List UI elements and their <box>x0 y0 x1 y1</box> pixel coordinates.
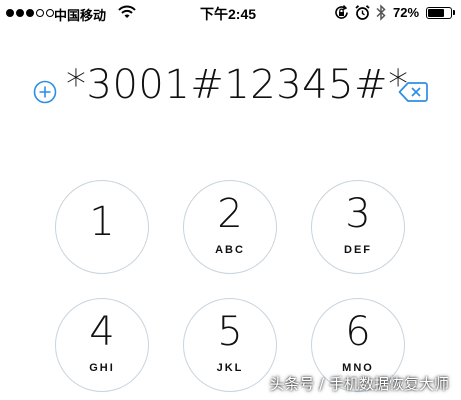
delete-icon[interactable] <box>398 81 428 103</box>
key-digit: 6 <box>345 309 371 355</box>
signal-strength-indicator <box>6 9 54 17</box>
signal-dot <box>16 9 24 17</box>
bluetooth-icon <box>375 4 387 26</box>
keypad-key-1[interactable]: 1 <box>55 180 149 274</box>
key-digit: 5 <box>217 309 243 355</box>
key-digit: 1 <box>89 199 115 245</box>
signal-dot <box>46 9 54 17</box>
key-letters: JKL <box>216 362 244 374</box>
watermark-text: 头条号 / 手机数据恢复大师 <box>269 375 449 393</box>
keypad-key-2[interactable]: 2 ABC <box>183 180 277 274</box>
key-letters: GHI <box>89 362 115 374</box>
carrier-name: 中国移动 <box>54 9 107 24</box>
signal-dot <box>36 9 44 17</box>
battery-percentage: 72% <box>393 5 420 20</box>
battery-tip <box>453 10 455 15</box>
battery-icon <box>426 7 452 19</box>
key-digit: 2 <box>217 191 243 237</box>
keypad-key-5[interactable]: 5 JKL <box>183 298 277 392</box>
dialed-number: *3001#12345#* <box>66 62 409 108</box>
signal-dot <box>6 9 14 17</box>
wifi-icon <box>118 5 136 24</box>
key-letters: DEF <box>344 244 372 256</box>
alarm-clock-icon <box>354 4 371 26</box>
status-time: 下午2:45 <box>200 6 257 22</box>
signal-dot <box>26 9 34 17</box>
key-letters: ABC <box>215 244 245 256</box>
status-bar: 中国移动 下午2:45 72% <box>0 0 461 26</box>
key-digit: 3 <box>345 191 371 237</box>
keypad-key-3[interactable]: 3 DEF <box>311 180 405 274</box>
keypad-key-4[interactable]: 4 GHI <box>55 298 149 392</box>
key-digit: 4 <box>89 309 115 355</box>
orientation-lock-icon <box>333 4 350 26</box>
battery-level-fill <box>428 9 444 17</box>
add-contact-icon[interactable] <box>33 80 57 104</box>
